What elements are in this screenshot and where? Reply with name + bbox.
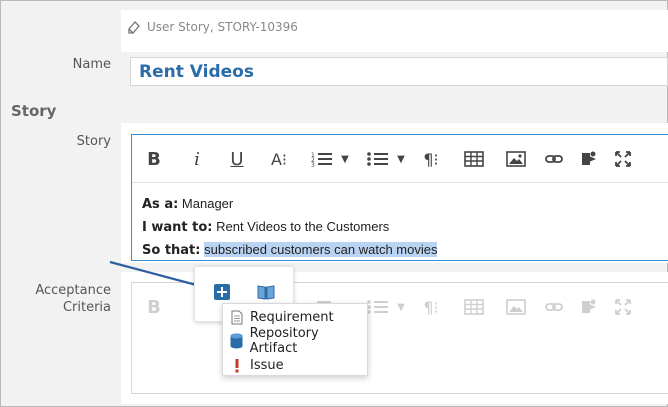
story-line-text: Manager [181, 196, 234, 211]
link-button[interactable] [543, 147, 565, 171]
image-button[interactable] [505, 295, 527, 319]
svg-text:3: 3 [311, 162, 315, 167]
story-line: As a: Manager [142, 193, 437, 216]
bold-button[interactable]: B [146, 147, 162, 171]
name-value: Rent Videos [139, 62, 254, 82]
acceptance-label-line: Acceptance [35, 283, 111, 298]
story-content[interactable]: As a: Manager I want to: Rent Videos to … [142, 193, 438, 262]
insert-artifact-icon [582, 299, 596, 313]
acceptance-label-line: Criteria [62, 300, 111, 315]
table-button[interactable] [463, 147, 485, 171]
chevron-down-icon: ▼ [397, 301, 405, 313]
paragraph-format-button[interactable]: ¶⁝ [420, 147, 442, 171]
chevron-down-icon: ▼ [397, 153, 405, 165]
italic-button[interactable]: i [190, 147, 204, 171]
insert-artifact-menu: Requirement Repository Artifact Issue [222, 303, 368, 376]
name-label: Name [72, 57, 111, 72]
story-line-label: I want to: [142, 220, 213, 235]
bullet-list-button[interactable]: ▼ [366, 295, 406, 319]
link-button[interactable] [543, 295, 565, 319]
link-icon [545, 155, 563, 163]
ordered-list-button[interactable]: 123 ▼ [310, 147, 350, 171]
bullet-list-icon [367, 300, 389, 314]
fullscreen-button[interactable] [612, 295, 634, 319]
story-toolbar: B i U A⁝ 123 ▼ ▼ ¶⁝ [132, 135, 668, 183]
ordered-list-icon: 123 [311, 152, 333, 167]
story-editor[interactable]: B i U A⁝ 123 ▼ ▼ ¶⁝ As a: Manager I want… [131, 134, 668, 261]
story-line-text: Rent Videos to the Customers [216, 219, 390, 234]
menu-item-label: Requirement [250, 309, 334, 325]
menu-item-label: Repository Artifact [249, 326, 319, 356]
bullet-list-icon [367, 152, 389, 166]
expand-icon [615, 151, 631, 167]
underline-button[interactable]: U [228, 147, 246, 171]
bold-button[interactable]: B [146, 295, 162, 319]
paragraph-format-button[interactable]: ¶⁝ [420, 295, 442, 319]
name-field[interactable]: Rent Videos [130, 57, 668, 86]
user-story-icon [127, 20, 141, 34]
expand-icon [615, 299, 631, 315]
table-icon [464, 299, 484, 315]
insert-plus-button[interactable] [213, 283, 231, 301]
font-size-button[interactable]: A⁝ [268, 147, 290, 171]
menu-item-repository-artifact[interactable]: Repository Artifact [223, 326, 367, 356]
story-line-text-selected: subscribed customers can watch movies [204, 242, 438, 257]
insert-artifact-button[interactable] [578, 295, 600, 319]
image-icon [506, 151, 526, 167]
image-button[interactable] [505, 147, 527, 171]
glossary-button[interactable] [257, 283, 275, 301]
bullet-list-button[interactable]: ▼ [366, 147, 406, 171]
image-icon [506, 299, 526, 315]
insert-artifact-icon [582, 151, 596, 165]
plus-icon [214, 284, 230, 300]
menu-item-issue[interactable]: Issue [223, 353, 367, 377]
document-icon [230, 309, 244, 325]
artifact-reference: User Story, STORY-10396 [127, 20, 298, 34]
book-icon [257, 285, 275, 300]
fullscreen-button[interactable] [612, 147, 634, 171]
section-title: Story [11, 102, 57, 120]
database-icon [230, 333, 244, 349]
chevron-down-icon: ▼ [341, 153, 349, 165]
acceptance-criteria-label: Acceptance Criteria [20, 282, 111, 316]
exclamation-icon [230, 357, 244, 373]
insert-artifact-button[interactable] [578, 147, 600, 171]
story-line: I want to: Rent Videos to the Customers [142, 216, 437, 239]
story-label: Story [76, 134, 111, 149]
artifact-reference-text: User Story, STORY-10396 [147, 20, 298, 34]
story-line-label: As a: [142, 197, 179, 212]
link-icon [545, 303, 563, 311]
table-icon [464, 151, 484, 167]
table-button[interactable] [463, 295, 485, 319]
menu-item-label: Issue [250, 357, 284, 373]
